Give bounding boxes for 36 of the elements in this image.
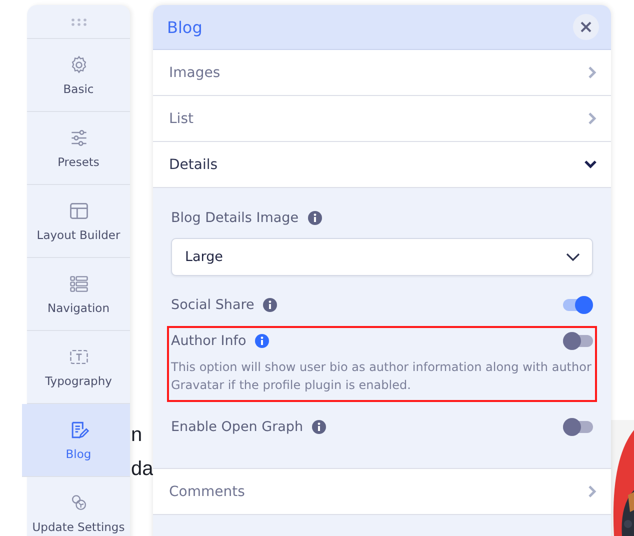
sidebar-item[interactable]: Update Settings [27, 477, 130, 536]
chevron-right-icon [588, 66, 597, 79]
page-text: n [131, 423, 144, 448]
toggle-switch[interactable] [563, 332, 593, 350]
sidebar-item[interactable]: Navigation [27, 258, 130, 331]
info-icon[interactable] [308, 211, 322, 225]
panel-title: Blog [167, 18, 202, 36]
page-text: da [131, 457, 154, 482]
field-label: Social Share [171, 297, 254, 313]
layout-icon [68, 200, 90, 222]
drag-handle-icon[interactable] [70, 18, 88, 26]
chevron-right-icon [588, 485, 597, 498]
list-icon [68, 273, 90, 295]
accordion-header[interactable]: List [153, 96, 611, 142]
close-icon [580, 21, 592, 33]
toggle-switch[interactable] [563, 418, 593, 436]
info-icon[interactable] [312, 420, 326, 434]
sidebar-item[interactable]: Blog [22, 404, 130, 477]
image-size-select[interactable]: Large [171, 238, 593, 276]
field-label: Enable Open Graph [171, 419, 304, 435]
sidebar-item[interactable]: Layout Builder [27, 185, 130, 258]
sidebar-item[interactable]: Basic [27, 39, 130, 112]
accordion-header[interactable]: Comments [153, 469, 611, 515]
option-description: This option will show user bio as author information along with author Gravatar if the profile plugin is enabled. [171, 359, 592, 394]
toggle-switch[interactable] [563, 296, 593, 314]
chevron-down-icon [584, 160, 597, 169]
field-label: Blog Details Image [171, 210, 299, 226]
chevron-right-icon [588, 112, 597, 125]
accordion-header[interactable]: Images [153, 50, 611, 96]
field-label: Author Info [171, 333, 246, 349]
info-icon[interactable] [255, 334, 270, 348]
close-button[interactable] [573, 14, 599, 40]
chevron-down-icon [566, 252, 580, 262]
sidebar-item[interactable]: Presets [27, 112, 130, 185]
info-icon[interactable] [263, 298, 278, 312]
accordion-header[interactable]: Details [153, 142, 611, 188]
